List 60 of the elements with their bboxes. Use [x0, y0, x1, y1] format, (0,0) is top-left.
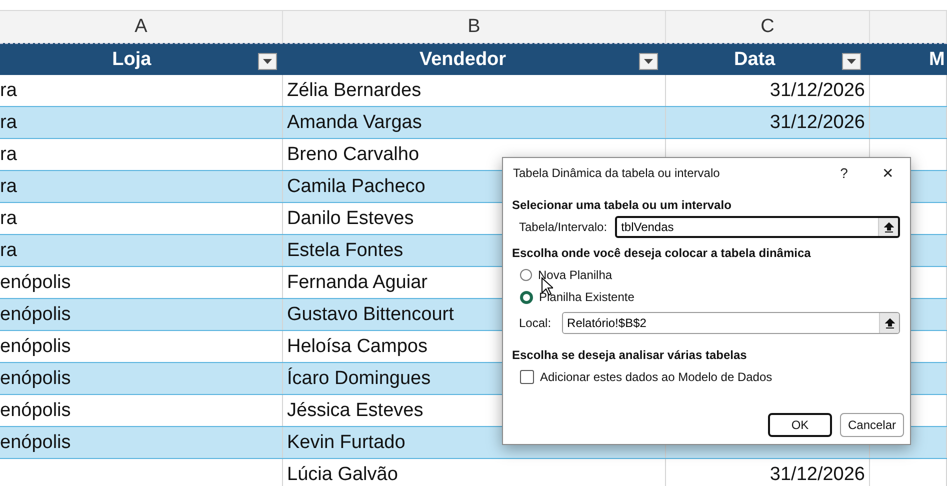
- filter-button[interactable]: [639, 53, 658, 70]
- range-field-frame[interactable]: tblVendas: [615, 216, 900, 238]
- table-cell: enópolis: [0, 336, 71, 358]
- option-label: Planilha Existente: [539, 290, 634, 304]
- table-cell: Amanda Vargas: [287, 112, 422, 134]
- caret-icon: [847, 59, 856, 64]
- table-cell: ra: [0, 176, 17, 198]
- table-cell: enópolis: [0, 304, 71, 326]
- table-cell: Gustavo Bittencourt: [287, 304, 454, 326]
- table-cell: enópolis: [0, 432, 71, 454]
- table-cell: enópolis: [0, 272, 71, 294]
- column-header: M: [929, 48, 945, 70]
- field-label: Tabela/Intervalo:: [519, 220, 608, 234]
- table-cell: Lúcia Galvão: [287, 464, 398, 486]
- dialog-button[interactable]: Cancelar: [840, 413, 904, 437]
- radio-button[interactable]: [520, 269, 532, 281]
- table-cell: Estela Fontes: [287, 240, 404, 262]
- table-cell: Jéssica Esteves: [287, 400, 424, 422]
- table-cell: enópolis: [0, 400, 71, 422]
- table-cell: Danilo Esteves: [287, 208, 414, 230]
- table-cell: Kevin Furtado: [287, 432, 406, 454]
- section-heading: Escolha se deseja analisar várias tabelas: [512, 348, 748, 362]
- table-cell: Breno Carvalho: [287, 144, 420, 166]
- section-heading: Selecionar uma tabela ou um intervalo: [512, 198, 732, 212]
- column-header: Vendedor: [419, 48, 506, 70]
- table-cell: 31/12/2026: [770, 80, 865, 102]
- collapse-button[interactable]: [879, 313, 899, 333]
- table-cell: ra: [0, 240, 17, 262]
- table-cell: Ícaro Domingues: [287, 368, 431, 390]
- filter-button[interactable]: [842, 53, 861, 70]
- table-cell: ra: [0, 208, 17, 230]
- checkbox[interactable]: [520, 370, 534, 384]
- collapse-button[interactable]: [878, 218, 898, 236]
- caret-icon: [263, 59, 272, 64]
- column-header: Loja: [112, 48, 152, 70]
- section-heading: Escolha onde você deseja colocar a tabela dinâmica: [512, 246, 812, 260]
- table-cell: ra: [0, 144, 17, 166]
- table-cell: Fernanda Aguiar: [287, 272, 428, 294]
- help-button[interactable]: ?: [822, 158, 866, 188]
- table-cell: enópolis: [0, 368, 71, 390]
- table-cell: 31/12/2026: [770, 112, 865, 134]
- table-cell: Camila Pacheco: [287, 176, 426, 198]
- location-field-frame[interactable]: Relatório!$B$2: [562, 312, 900, 334]
- checkbox-label: Adicionar estes dados ao Modelo de Dados: [540, 370, 772, 384]
- table-cell: Zélia Bernardes: [287, 80, 422, 102]
- dialog-title: Tabela Dinâmica da tabela ou intervalo: [513, 166, 721, 180]
- table-cell: ra: [0, 112, 17, 134]
- option-label: Nova Planilha: [538, 268, 612, 282]
- table-cell: Heloísa Campos: [287, 336, 428, 358]
- column-header: Data: [734, 48, 776, 70]
- caret-icon: [644, 59, 654, 64]
- upload-icon: [884, 222, 894, 232]
- close-button[interactable]: ✕: [866, 158, 910, 188]
- upload-icon: [884, 318, 894, 328]
- dialog-button[interactable]: OK: [768, 413, 832, 437]
- field-label: Local:: [519, 316, 552, 330]
- radio-button[interactable]: [520, 290, 533, 304]
- filter-button[interactable]: [258, 53, 278, 70]
- table-cell: ra: [0, 80, 17, 102]
- table-cell: 31/12/2026: [770, 464, 865, 486]
